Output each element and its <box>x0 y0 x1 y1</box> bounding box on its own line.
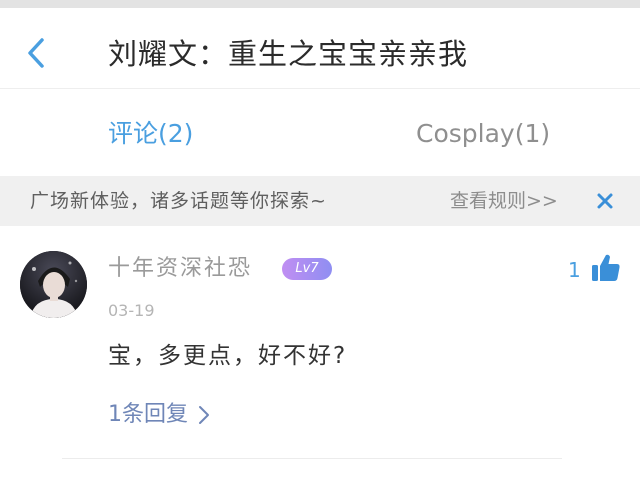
comment-divider <box>62 458 562 459</box>
replies-label: 1条回复 <box>108 402 188 427</box>
notice-text: 广场新体验，诸多话题等你探索~ <box>30 190 327 212</box>
avatar[interactable] <box>20 251 87 318</box>
level-badge: Lv7 <box>282 258 332 280</box>
header-divider <box>0 88 640 89</box>
like-count: 1 <box>568 258 581 282</box>
comment-text: 宝，多更点，好不好? <box>108 343 348 369</box>
page-title: 刘耀文：重生之宝宝亲亲我 <box>108 37 469 71</box>
chevron-left-icon <box>28 38 44 68</box>
thumbs-up-icon <box>592 254 620 281</box>
username[interactable]: 十年资深社恐 <box>108 254 252 284</box>
notice-close-button[interactable] <box>595 191 615 211</box>
view-rules-link[interactable]: 查看规则>> <box>450 176 558 226</box>
back-button[interactable] <box>20 36 54 70</box>
comment-item: 十年资深社恐 Lv7 1 03-19 宝，多更点，好不好? 1条回复 <box>0 226 640 484</box>
comment-date: 03-19 <box>108 301 155 320</box>
notice-banner: 广场新体验，诸多话题等你探索~ 查看规则>> <box>0 176 640 226</box>
close-icon <box>597 193 613 209</box>
chevron-right-icon <box>199 406 209 424</box>
tab-bar: 评论(2) Cosplay(1) <box>0 90 640 176</box>
avatar-image <box>20 251 87 318</box>
like-button[interactable] <box>590 252 622 284</box>
status-strip <box>0 0 640 8</box>
tab-cosplay[interactable]: Cosplay(1) <box>416 116 550 152</box>
header: 刘耀文：重生之宝宝亲亲我 <box>0 8 640 90</box>
tab-comments[interactable]: 评论(2) <box>108 116 193 152</box>
view-replies-link[interactable]: 1条回复 <box>108 398 210 432</box>
